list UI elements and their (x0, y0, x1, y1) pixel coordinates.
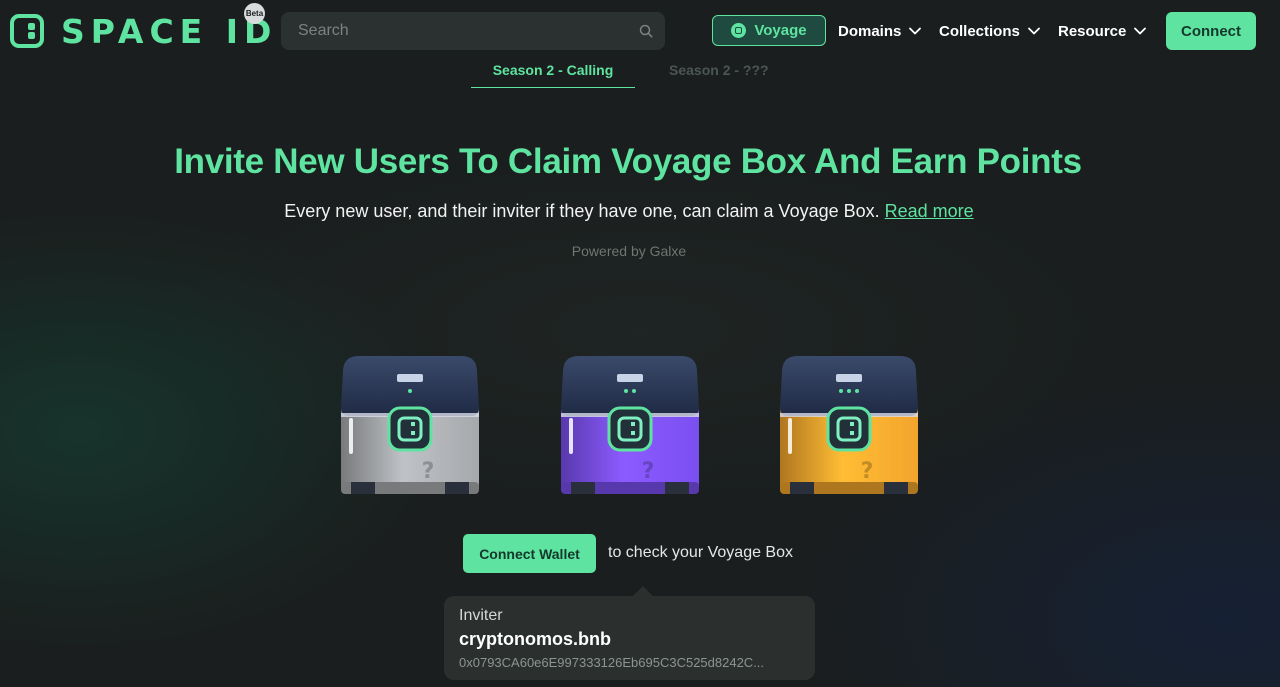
nav-domains-label: Domains (838, 22, 902, 40)
voyage-box-orange-illustration: ? (780, 356, 918, 494)
svg-text:?: ? (422, 459, 435, 484)
tab-season-2-unknown[interactable]: Season 2 - ??? (669, 62, 769, 78)
tab-season-2-calling[interactable]: Season 2 - Calling (471, 62, 635, 88)
chevron-down-icon (1027, 27, 1040, 35)
page-title: Invite New Users To Claim Voyage Box And… (174, 142, 1082, 181)
page-subtitle: Every new user, and their inviter if the… (0, 201, 1258, 222)
inviter-name: cryptonomos.bnb (459, 629, 611, 649)
star-indicator (624, 389, 628, 393)
nav-domains[interactable]: Domains (838, 20, 922, 42)
search-icon[interactable] (639, 24, 653, 38)
voyage-box-gray: ? (335, 350, 485, 500)
inviter-card: Inviter cryptonomos.bnb 0x0793CA60e6E997… (444, 586, 815, 680)
top-navbar: SPACE ID Beta Voyage Domains Collections… (0, 0, 1280, 62)
read-more-link[interactable]: Read more (885, 201, 974, 221)
nav-resource-label: Resource (1058, 22, 1127, 40)
svg-text:?: ? (642, 459, 655, 484)
inviter-address: 0x0793CA60e6E997333126Eb695C3C525d8242C.… (459, 655, 765, 670)
voyage-box-purple-illustration: ? (561, 356, 699, 494)
voyage-box-purple: ? (555, 350, 705, 500)
powered-by-text: Powered by Galxe (571, 243, 687, 259)
inviter-label: Inviter (459, 607, 503, 624)
star-indicator (839, 389, 843, 393)
star-indicator (408, 389, 412, 393)
star-indicator (855, 389, 859, 393)
chevron-down-icon (909, 27, 922, 35)
nav-collections[interactable]: Collections (939, 20, 1040, 42)
nav-collections-label: Collections (939, 22, 1020, 40)
svg-text:?: ? (861, 459, 874, 484)
connect-wallet-button[interactable]: Connect Wallet (463, 534, 596, 573)
voyage-box-orange: ? (774, 350, 924, 500)
subtitle-text: Every new user, and their inviter if the… (284, 201, 880, 221)
voyage-label: Voyage (754, 22, 807, 39)
space-id-logo[interactable]: SPACE ID (10, 11, 277, 51)
voyage-button[interactable]: Voyage (712, 15, 826, 46)
connect-button[interactable]: Connect (1166, 12, 1256, 50)
logo-mark-icon (10, 14, 44, 48)
search-input[interactable] (281, 12, 665, 50)
voyage-icon (731, 23, 747, 38)
wallet-hint-text: to check your Voyage Box (608, 544, 793, 561)
voyage-box-gray-illustration: ? (341, 356, 479, 494)
chevron-down-icon (1134, 27, 1147, 35)
star-indicator (847, 389, 851, 393)
beta-badge: Beta (244, 3, 265, 24)
star-indicator (632, 389, 636, 393)
nav-resource[interactable]: Resource (1058, 20, 1147, 42)
search-bar[interactable] (281, 12, 665, 50)
